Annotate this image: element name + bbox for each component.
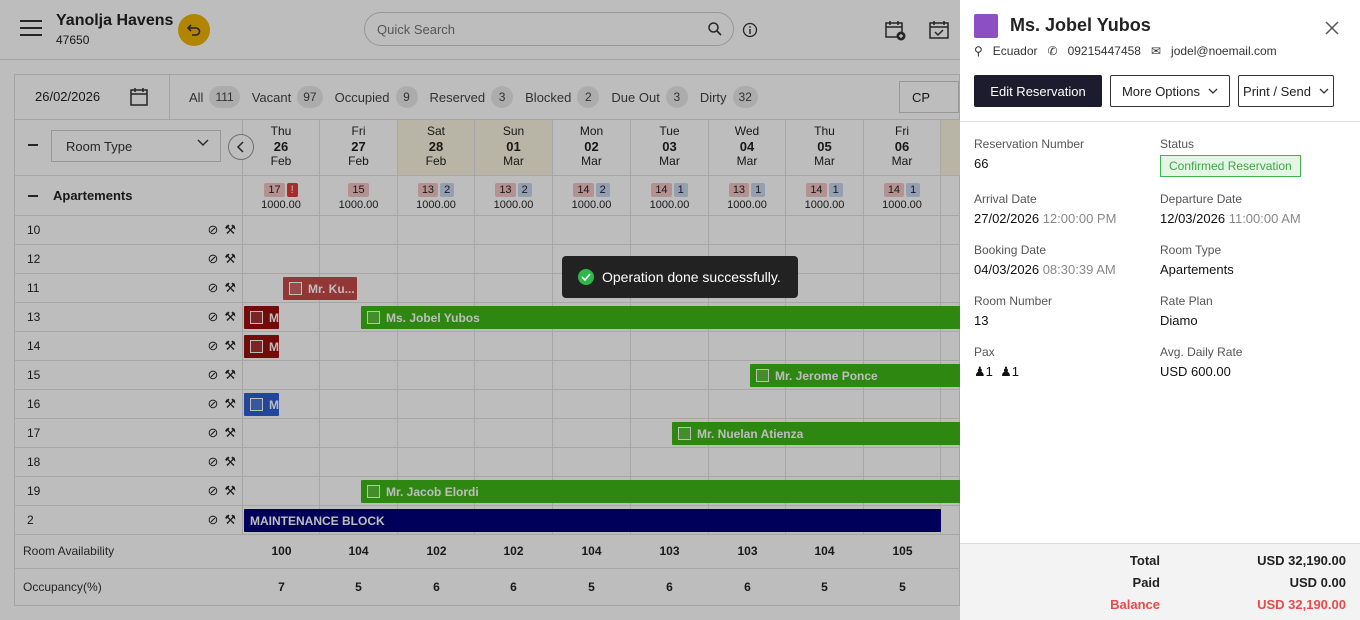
field-value: USD 600.00 xyxy=(1160,364,1231,379)
guest-email[interactable]: jodel@noemail.com xyxy=(1171,44,1277,58)
room-type-field: Room Type Apartements xyxy=(1160,243,1234,277)
print-send-button[interactable]: Print / Send xyxy=(1238,75,1334,107)
phone-icon: ✆ xyxy=(1047,44,1058,58)
arrival-date-field: Arrival Date 27/02/2026 12:00:00 PM xyxy=(974,192,1116,226)
field-value: Apartements xyxy=(1160,262,1234,277)
chevron-down-icon xyxy=(1208,88,1218,94)
modal-backdrop[interactable] xyxy=(0,0,960,620)
balance-value: USD 32,190.00 xyxy=(1257,597,1346,612)
field-label: Status xyxy=(1160,137,1195,151)
guest-contact: ⚲ Ecuador ✆ 09215447458 ✉ jodel@noemail.com xyxy=(974,44,1277,58)
mail-icon: ✉ xyxy=(1150,44,1162,58)
paid-label: Paid xyxy=(1132,575,1160,590)
panel-header: Ms. Jobel Yubos ⚲ Ecuador ✆ 09215447458 ✉ j… xyxy=(960,0,1360,122)
status-field: Status Confirmed Reservation xyxy=(1160,137,1301,177)
total-value: USD 32,190.00 xyxy=(1257,553,1346,568)
room-number-field: Room Number 13 xyxy=(974,294,1052,328)
status-badge: Confirmed Reservation xyxy=(1160,155,1301,177)
departure-time: 11:00:00 AM xyxy=(1228,211,1301,226)
booking-date-field: Booking Date 04/03/2026 08:30:39 AM xyxy=(974,243,1116,277)
toast-message: Operation done successfully. xyxy=(602,269,781,285)
field-label: Rate Plan xyxy=(1160,294,1213,308)
field-value: Diamo xyxy=(1160,313,1198,328)
pax-children: 1 xyxy=(1011,364,1020,379)
guest-country: Ecuador xyxy=(992,44,1038,58)
close-icon[interactable] xyxy=(1324,20,1340,36)
departure-date-field: Departure Date 12/03/2026 11:00:00 AM xyxy=(1160,192,1301,226)
location-icon: ⚲ xyxy=(974,44,983,58)
total-label: Total xyxy=(1129,553,1160,568)
reservation-detail-panel: Ms. Jobel Yubos ⚲ Ecuador ✆ 09215447458 ✉ j… xyxy=(960,0,1360,620)
rate-plan-field: Rate Plan Diamo xyxy=(1160,294,1213,328)
totals-section: Total USD 32,190.00 Paid USD 0.00 Balance U… xyxy=(960,543,1360,620)
building-icon xyxy=(974,14,998,38)
edit-reservation-button[interactable]: Edit Reservation xyxy=(974,75,1102,107)
field-label: Avg. Daily Rate xyxy=(1160,345,1243,359)
reservation-number-field: Reservation Number 66 xyxy=(974,137,1084,171)
field-label: Room Type xyxy=(1160,243,1222,257)
child-icon: ♟ xyxy=(1000,364,1012,379)
field-label: Booking Date xyxy=(974,243,1047,257)
avg-daily-rate-field: Avg. Daily Rate USD 600.00 xyxy=(1160,345,1242,379)
field-label: Reservation Number xyxy=(974,137,1085,151)
paid-value: USD 0.00 xyxy=(1289,575,1346,590)
field-label: Room Number xyxy=(974,294,1053,308)
guest-phone[interactable]: 09215447458 xyxy=(1068,44,1141,58)
more-options-label: More Options xyxy=(1121,83,1201,99)
arrival-time: 12:00:00 PM xyxy=(1042,211,1117,226)
arrival-date: 27/02/2026 xyxy=(974,211,1040,226)
success-toast: Operation done successfully. xyxy=(562,256,798,298)
booking-time: 08:30:39 AM xyxy=(1042,262,1116,277)
booking-date: 04/03/2026 xyxy=(974,262,1040,277)
guest-name-title: Ms. Jobel Yubos xyxy=(1010,15,1151,35)
field-label: Pax xyxy=(974,345,995,359)
field-value: 13 xyxy=(974,313,989,328)
pax-field: Pax ♟1 ♟1 xyxy=(974,345,1019,380)
balance-label: Balance xyxy=(1110,597,1160,612)
chevron-down-icon xyxy=(1319,88,1329,94)
field-value: 66 xyxy=(974,156,989,171)
print-send-label: Print / Send xyxy=(1243,83,1311,99)
field-label: Departure Date xyxy=(1160,192,1243,206)
check-circle-icon xyxy=(578,269,594,285)
panel-actions: Edit Reservation More Options Print / Se… xyxy=(974,75,1334,107)
adult-icon: ♟ xyxy=(974,364,986,379)
field-label: Arrival Date xyxy=(974,192,1037,206)
departure-date: 12/03/2026 xyxy=(1160,211,1226,226)
more-options-button[interactable]: More Options xyxy=(1110,75,1230,107)
pax-adults: 1 xyxy=(985,364,993,379)
